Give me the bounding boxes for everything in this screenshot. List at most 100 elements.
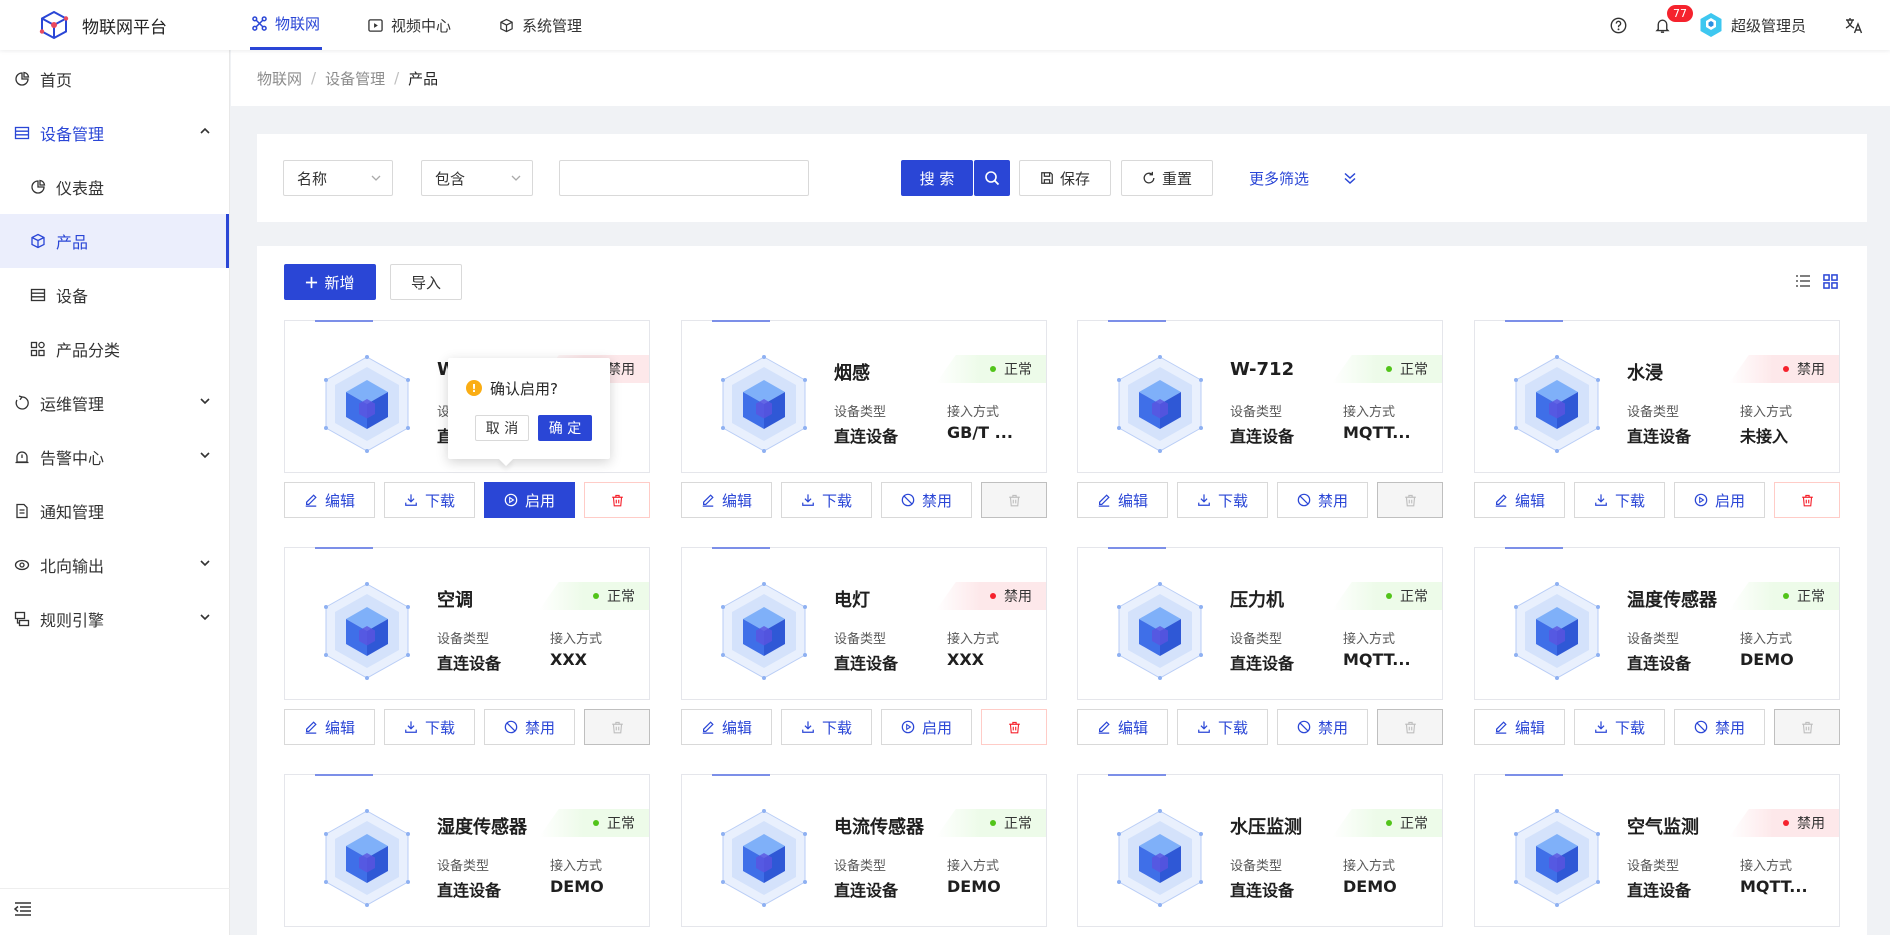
product-card[interactable]: 水浸 禁用 设备类型 接入方式 直连设备 未接入 [1474,320,1840,473]
download-button[interactable]: 下载 [384,482,475,518]
list-view-icon[interactable] [1795,274,1811,288]
product-name: 空调 [437,590,473,611]
download-button[interactable]: 下载 [781,709,872,745]
more-filter-link[interactable]: 更多筛选 [1249,168,1309,189]
breadcrumb-item-iot[interactable]: 物联网 [257,68,302,89]
delete-button[interactable] [584,482,650,518]
download-button[interactable]: 下载 [1574,709,1665,745]
product-card[interactable]: 烟感 正常 设备类型 接入方式 直连设备 GB/T ... [681,320,1047,473]
device-type-value: 直连设备 [834,881,899,900]
product-card[interactable]: 空气监测 禁用 设备类型 接入方式 直连设备 MQTT... [1474,774,1840,927]
download-button[interactable]: 下载 [1177,709,1268,745]
sidebar-item-north[interactable]: 北向输出 [0,538,229,592]
delete-button[interactable] [1774,709,1840,745]
product-card[interactable]: W-712 正常 设备类型 接入方式 直连设备 MQTT... [1077,320,1443,473]
device-type-value: 直连设备 [834,427,899,446]
topnav-iot[interactable]: 物联网 [250,0,323,50]
product-card[interactable]: 空调 正常 设备类型 接入方式 直连设备 XXX [284,547,650,700]
double-chevron-down-icon[interactable] [1343,171,1357,185]
app-logo[interactable]: 物联网平台 [38,9,167,41]
status-dot [1783,366,1789,372]
sidebar-item-device-mgmt[interactable]: 设备管理 [0,106,229,160]
download-button[interactable]: 下载 [1574,482,1665,518]
product-card[interactable]: 湿度传感器 正常 设备类型 接入方式 直连设备 DEMO [284,774,650,927]
sidebar-item-rules[interactable]: 规则引擎 [0,592,229,646]
sidebar-item-notice[interactable]: 通知管理 [0,484,229,538]
product-name: 湿度传感器 [437,817,527,838]
topnav-video-label: 视频中心 [391,16,452,35]
product-card[interactable]: 电灯 禁用 设备类型 接入方式 直连设备 XXX [681,547,1047,700]
edit-button[interactable]: 编辑 [681,709,772,745]
search-button[interactable]: 搜 索 [901,160,973,196]
delete-button[interactable] [584,709,650,745]
edit-button[interactable]: 编辑 [1474,482,1565,518]
enable-button[interactable]: 启用 [484,482,575,518]
operator-select[interactable]: 包含 [421,160,533,196]
product-card[interactable]: 水压监测 正常 设备类型 接入方式 直连设备 DEMO [1077,774,1443,927]
import-button[interactable]: 导入 [390,264,462,300]
sidebar-item-alarm[interactable]: 告警中心 [0,430,229,484]
divider [0,888,230,889]
topnav-system[interactable]: 系统管理 [497,0,584,50]
edit-button[interactable]: 编辑 [284,709,375,745]
download-button[interactable]: 下载 [1177,482,1268,518]
product-name: 水浸 [1627,363,1663,384]
breadcrumb-item-device-mgmt[interactable]: 设备管理 [325,68,385,89]
enable-button[interactable]: 启用 [1674,482,1765,518]
delete-button[interactable] [981,482,1047,518]
sidebar-item-ops[interactable]: 运维管理 [0,376,229,430]
grid-view-icon[interactable] [1823,274,1838,289]
edit-button[interactable]: 编辑 [1077,709,1168,745]
translate-icon[interactable] [1844,15,1864,35]
user-menu[interactable]: 超级管理员 [1699,12,1806,38]
download-button[interactable]: 下载 [781,482,872,518]
sidebar-item-product-category[interactable]: 产品分类 [0,322,229,376]
disable-button[interactable]: 禁用 [1674,709,1765,745]
popconfirm-ok-button[interactable]: 确 定 [538,415,592,441]
delete-button[interactable] [1774,482,1840,518]
download-button[interactable]: 下载 [384,709,475,745]
disable-icon [1297,493,1311,507]
download-icon [1197,720,1211,734]
add-button-label: 新增 [324,273,355,292]
enable-button[interactable]: 启用 [881,709,972,745]
enable-icon [504,493,518,507]
sidebar-item-product-category-label: 产品分类 [56,341,121,360]
chevron-down-icon [200,398,210,405]
sidebar-item-product[interactable]: 产品 [0,214,229,268]
product-cube-icon [323,809,411,907]
topnav-video[interactable]: 视频中心 [366,0,453,50]
edit-button[interactable]: 编辑 [1077,482,1168,518]
edit-button[interactable]: 编辑 [284,482,375,518]
reset-button[interactable]: 重置 [1121,160,1213,196]
disable-button[interactable]: 禁用 [1277,709,1368,745]
edit-button[interactable]: 编辑 [1474,709,1565,745]
notification-bell-icon[interactable]: 77 [1653,5,1693,35]
product-card[interactable]: 压力机 正常 设备类型 接入方式 直连设备 MQTT... [1077,547,1443,700]
disable-button[interactable]: 禁用 [1277,482,1368,518]
delete-button[interactable] [1377,482,1443,518]
access-mode-value: MQTT... [1343,650,1411,669]
sidebar-item-home[interactable]: 首页 [0,52,229,106]
save-button[interactable]: 保存 [1019,160,1111,196]
breadcrumb-separator: / [394,69,400,87]
search-icon-button[interactable] [974,160,1010,196]
sidebar-item-dashboard[interactable]: 仪表盘 [0,160,229,214]
edit-button-label: 编辑 [721,491,752,510]
menu-collapse-icon[interactable] [13,901,32,921]
delete-button[interactable] [1377,709,1443,745]
card-accent [315,774,373,776]
disable-button[interactable]: 禁用 [484,709,575,745]
add-button[interactable]: 新增 [284,264,376,300]
popconfirm-cancel-button[interactable]: 取 消 [475,415,529,441]
field-select[interactable]: 名称 [283,160,393,196]
product-card[interactable]: 温度传感器 正常 设备类型 接入方式 直连设备 DEMO [1474,547,1840,700]
disable-button[interactable]: 禁用 [881,482,972,518]
edit-icon [304,493,318,507]
sidebar-item-device[interactable]: 设备 [0,268,229,322]
help-icon[interactable] [1609,15,1629,35]
product-card[interactable]: 电流传感器 正常 设备类型 接入方式 直连设备 DEMO [681,774,1047,927]
delete-button[interactable] [981,709,1047,745]
keyword-input[interactable] [559,160,809,196]
edit-button[interactable]: 编辑 [681,482,772,518]
